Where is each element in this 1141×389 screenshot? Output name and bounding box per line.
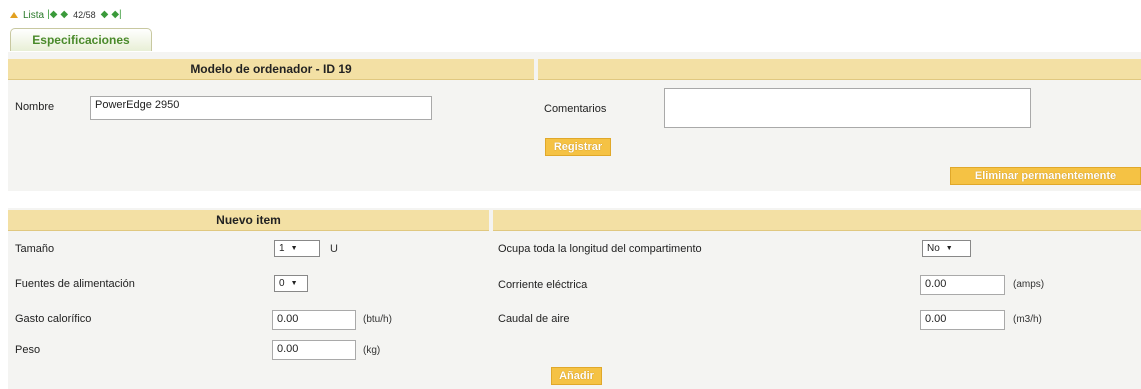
- model-header: Modelo de ordenador - ID 19: [8, 59, 534, 80]
- new-item-panel: [8, 208, 1141, 389]
- psu-label: Fuentes de alimentación: [15, 278, 135, 290]
- heat-unit: (btu/h): [363, 314, 392, 325]
- record-navigation: Lista |◆ ◆ 42/58 ◆ ◆|: [10, 8, 122, 22]
- airflow-field[interactable]: 0.00: [920, 310, 1005, 330]
- weight-unit: (kg): [363, 345, 381, 356]
- current-field[interactable]: 0.00: [920, 275, 1005, 295]
- comments-textarea[interactable]: [664, 88, 1031, 128]
- heat-label: Gasto calorífico: [15, 313, 92, 325]
- psu-select[interactable]: 0 ▼: [274, 275, 308, 292]
- up-arrow-icon[interactable]: [10, 12, 18, 18]
- delete-permanently-button[interactable]: Eliminar permanentemente: [950, 167, 1141, 185]
- psu-select-value: 0: [279, 278, 285, 289]
- chevron-down-icon: ▼: [945, 245, 953, 252]
- chevron-down-icon: ▼: [290, 245, 298, 252]
- tab-especificaciones[interactable]: Especificaciones: [10, 28, 152, 51]
- airflow-unit: (m3/h): [1013, 314, 1042, 325]
- new-item-header: Nuevo item: [8, 210, 489, 231]
- full-length-select[interactable]: No ▼: [922, 240, 971, 257]
- airflow-label: Caudal de aire: [498, 313, 570, 325]
- size-select[interactable]: 1 ▼: [274, 240, 320, 257]
- next-record-icon[interactable]: ◆: [101, 10, 109, 20]
- name-label: Nombre: [15, 101, 55, 113]
- weight-field[interactable]: 0.00: [272, 340, 356, 360]
- comments-label: Comentarios: [544, 103, 607, 115]
- size-select-value: 1: [279, 243, 285, 254]
- add-button[interactable]: Añadir: [551, 367, 602, 385]
- register-button[interactable]: Registrar: [545, 138, 611, 156]
- record-counter: 42/58: [73, 10, 96, 20]
- size-unit: U: [330, 243, 338, 255]
- chevron-down-icon: ▼: [290, 280, 298, 287]
- model-header-right: [538, 59, 1141, 80]
- size-label: Tamaño: [15, 243, 55, 255]
- full-length-label: Ocupa toda la longitud del compartimento: [498, 243, 702, 255]
- heat-field[interactable]: 0.00: [272, 310, 356, 330]
- first-record-icon[interactable]: |◆: [47, 10, 57, 20]
- previous-record-icon[interactable]: ◆: [60, 10, 68, 20]
- full-length-select-value: No: [927, 243, 940, 254]
- current-unit: (amps): [1013, 279, 1045, 290]
- weight-label: Peso: [15, 344, 41, 356]
- list-link[interactable]: Lista: [23, 10, 44, 21]
- current-label: Corriente eléctrica: [498, 279, 588, 291]
- new-item-header-right: [493, 210, 1141, 231]
- name-field[interactable]: PowerEdge 2950: [90, 96, 432, 120]
- last-record-icon[interactable]: ◆|: [111, 10, 121, 20]
